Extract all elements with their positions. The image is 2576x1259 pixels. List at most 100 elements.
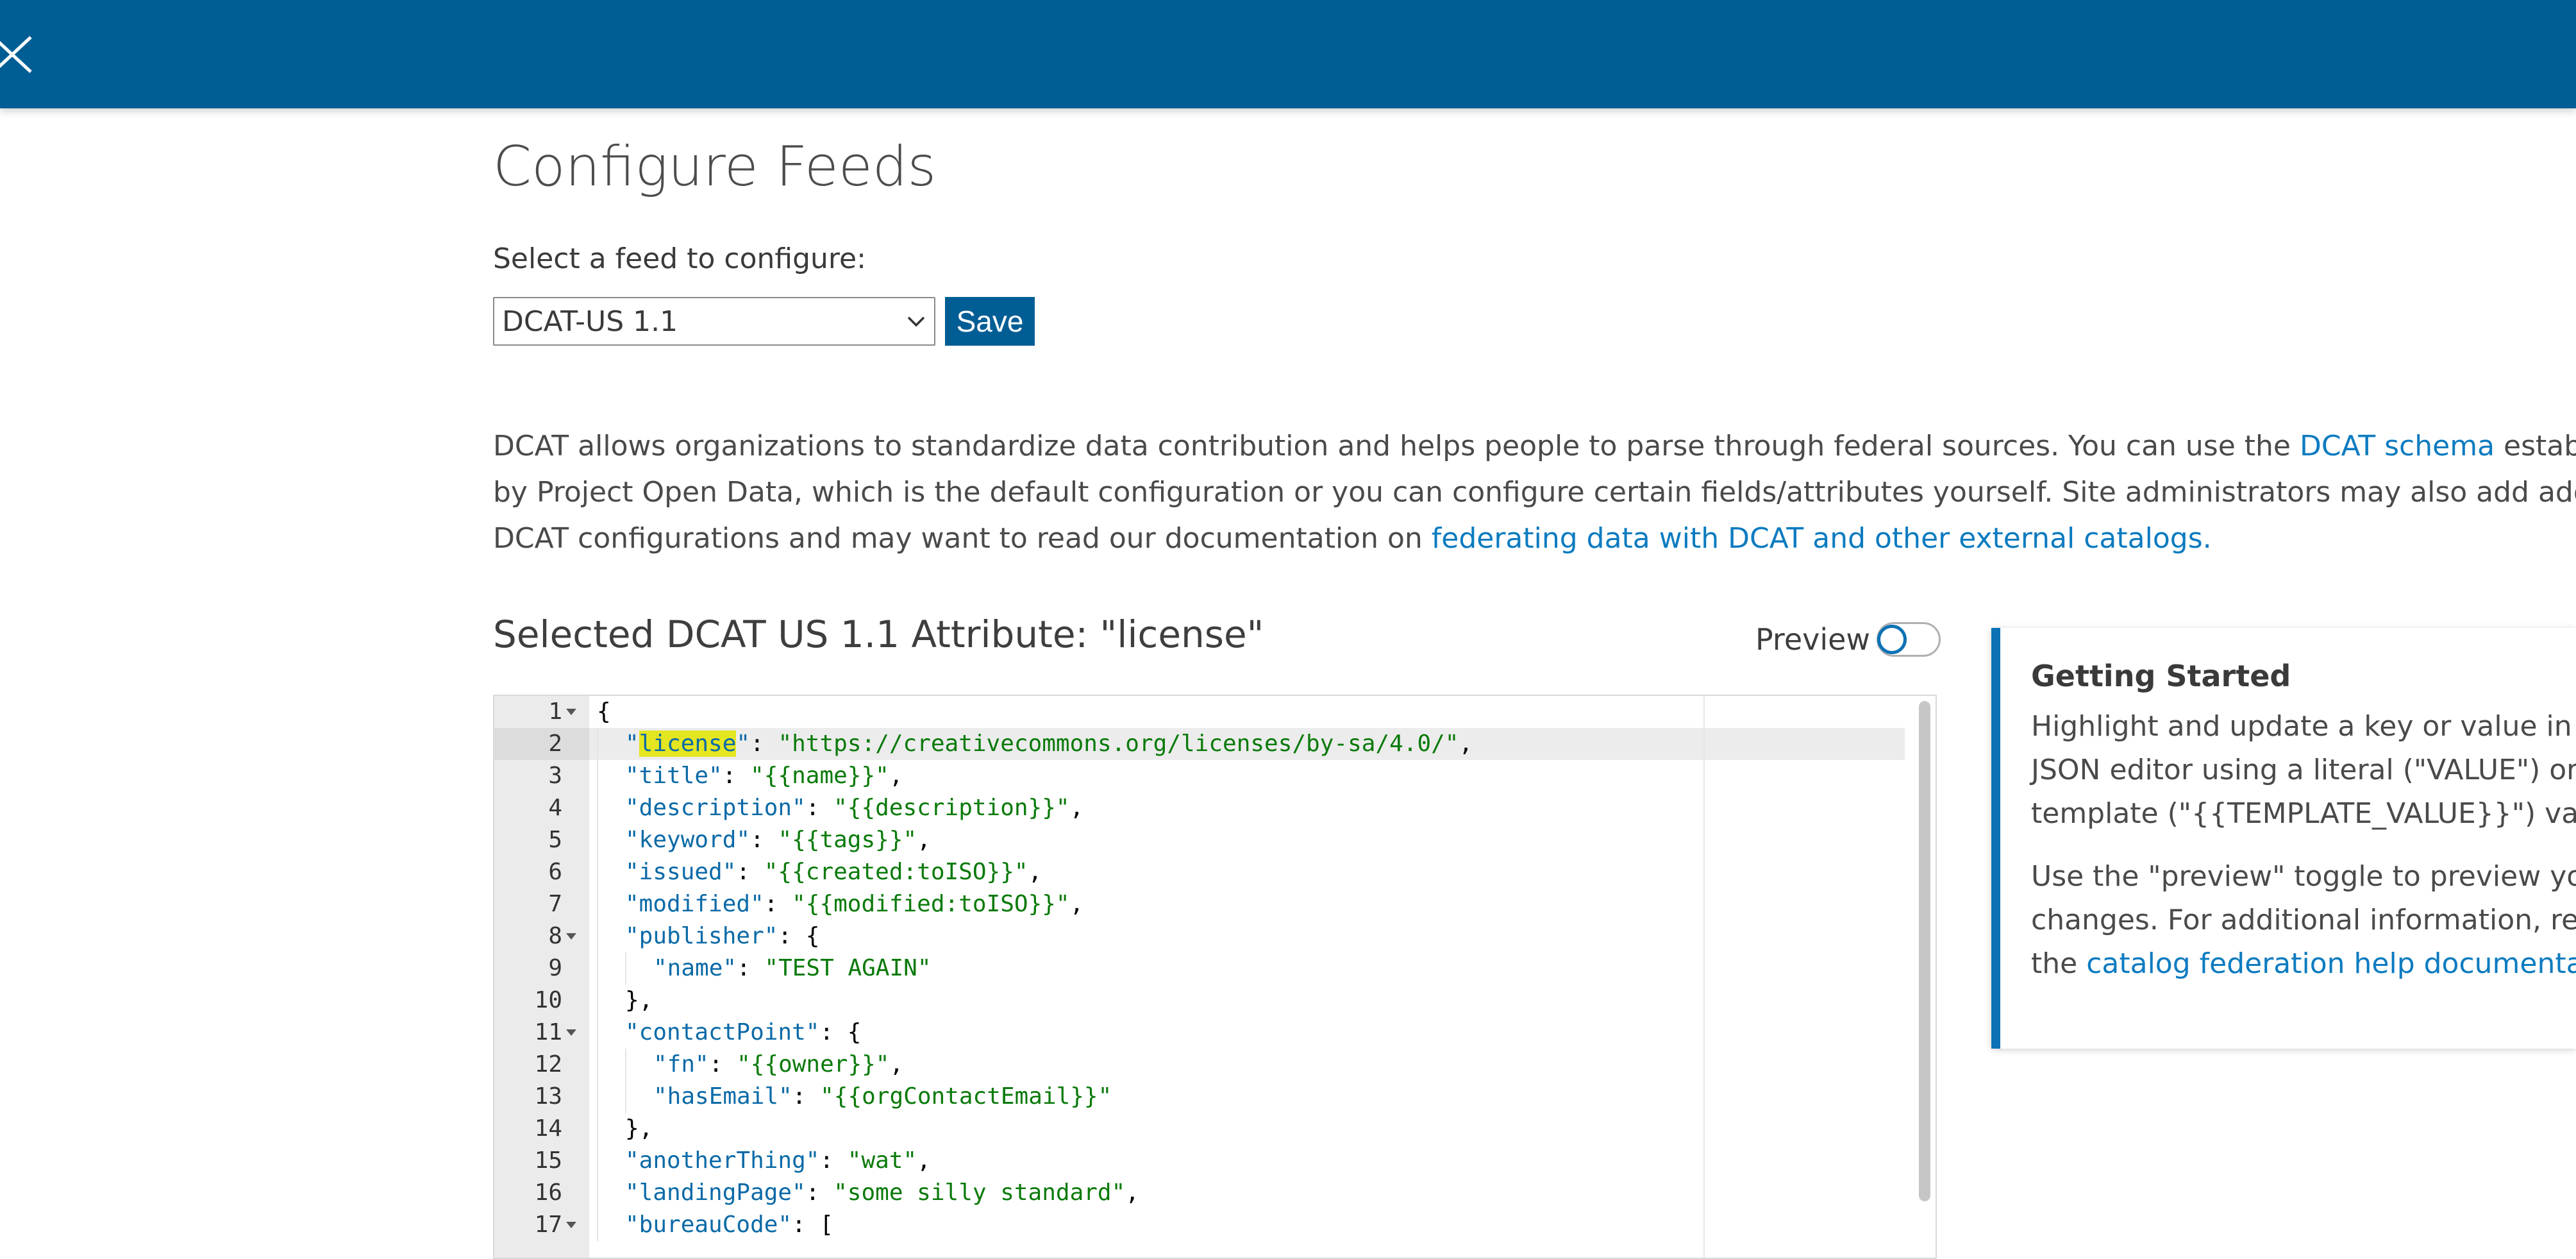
line-number: 7 [548, 891, 562, 917]
indent-guide [597, 1049, 625, 1081]
indent-guide [597, 984, 625, 1017]
indent-guide [597, 1081, 625, 1113]
code-lines: 1{2 "license": "https://creativecommons.o… [494, 696, 1905, 1241]
fold-toggle-icon[interactable] [566, 1222, 576, 1228]
card-paragraph-1: Highlight and update a key or value in t… [2031, 710, 2576, 830]
chevron-down-icon [907, 316, 925, 327]
code-line[interactable]: 6 "issued": "{{created:toISO}}", [494, 856, 1905, 888]
code-line[interactable]: 2 "license": "https://creativecommons.org… [494, 728, 1905, 760]
indent-guide [597, 1209, 625, 1241]
code-token: "contactPoint" [625, 1019, 820, 1045]
code-line[interactable]: 16 "landingPage": "some silly standard", [494, 1177, 1905, 1209]
code-line[interactable]: 13 "hasEmail": "{{orgContactEmail}}" [494, 1081, 1905, 1113]
indent-guide [625, 1081, 653, 1113]
fold-toggle-icon[interactable] [566, 933, 576, 940]
line-number: 14 [534, 1115, 562, 1142]
preview-label: Preview [1755, 622, 1871, 657]
code-token: "{{orgContactEmail}}" [820, 1083, 1112, 1110]
indent-guide [597, 856, 625, 888]
code-line[interactable]: 3 "title": "{{name}}", [494, 760, 1905, 792]
indent-guide [625, 952, 653, 984]
indent-guide [597, 920, 625, 952]
code-token: " [625, 731, 639, 757]
code-content: }, [597, 984, 653, 1017]
code-line[interactable]: 8 "publisher": { [494, 920, 1905, 952]
code-line[interactable]: 14}, [494, 1113, 1905, 1145]
code-token: "name" [653, 955, 737, 981]
indent-guide [597, 728, 625, 760]
code-content: "issued": "{{created:toISO}}", [597, 856, 1042, 888]
code-token: "title" [625, 763, 723, 789]
code-token: , [917, 827, 931, 853]
code-content: "publisher": { [597, 920, 819, 952]
indent-guide [597, 1177, 625, 1209]
code-token: "description" [625, 795, 806, 821]
code-token: : { [778, 923, 820, 949]
code-token: : [750, 731, 778, 757]
code-line[interactable]: 9 "name": "TEST AGAIN" [494, 952, 1905, 984]
code-content: "license": "https://creativecommons.org/… [597, 728, 1473, 760]
indent-guide [597, 792, 625, 824]
code-content: "description": "{{description}}", [597, 792, 1083, 824]
code-content: "title": "{{name}}", [597, 760, 903, 792]
preview-toggle[interactable] [1877, 622, 1941, 657]
code-token: : [736, 859, 764, 885]
indent-guide [597, 1113, 625, 1145]
code-line[interactable]: 17 "bureauCode": [ [494, 1209, 1905, 1241]
code-token: "fn" [653, 1051, 709, 1077]
indent-guide [597, 824, 625, 856]
code-line[interactable]: 7 "modified": "{{modified:toISO}}", [494, 888, 1905, 920]
code-line[interactable]: 4 "description": "{{description}}", [494, 792, 1905, 824]
code-line[interactable]: 10}, [494, 984, 1905, 1017]
selected-attribute-title: Selected DCAT US 1.1 Attribute: "license… [493, 613, 1264, 656]
line-number: 12 [534, 1051, 562, 1077]
code-token: : [750, 827, 778, 853]
code-content: }, [597, 1113, 653, 1145]
feed-select-value: DCAT-US 1.1 [502, 305, 678, 338]
indent-guide [625, 1049, 653, 1081]
code-token: , [889, 1051, 904, 1077]
code-token: : { [819, 1019, 862, 1045]
code-token: "modified" [625, 891, 764, 917]
json-editor[interactable]: 1{2 "license": "https://creativecommons.o… [493, 695, 1937, 1259]
fold-toggle-icon[interactable] [566, 709, 576, 715]
line-number: 8 [548, 923, 562, 949]
code-line[interactable]: 5 "keyword": "{{tags}}", [494, 824, 1905, 856]
code-line[interactable]: 1{ [494, 696, 1905, 728]
code-line[interactable]: 11 "contactPoint": { [494, 1017, 1905, 1049]
page-title: Configure Feeds [493, 135, 937, 199]
code-token: "{{modified:toISO}}" [792, 891, 1070, 917]
fold-toggle-icon[interactable] [566, 1029, 576, 1036]
code-token: : [722, 763, 751, 789]
code-content: "bureauCode": [ [597, 1209, 833, 1241]
code-line[interactable]: 15 "anotherThing": "wat", [494, 1145, 1905, 1177]
federating-data-link[interactable]: federating data with DCAT and other exte… [1432, 522, 2212, 555]
editor-scrollbar[interactable] [1919, 701, 1930, 1201]
feed-select-dropdown[interactable]: DCAT-US 1.1 [493, 297, 935, 346]
line-number: 17 [534, 1212, 562, 1238]
code-token: , [1459, 731, 1473, 757]
line-number: 4 [548, 795, 562, 821]
description-line-3: DCAT configurations and may want to read… [493, 522, 2212, 555]
card-paragraph-2: Use the "preview" toggle to preview yo c… [2031, 855, 2576, 986]
indent-guide [597, 760, 625, 792]
code-token: : [819, 1147, 848, 1174]
code-token: "some silly standard" [833, 1179, 1126, 1206]
code-token: : [805, 1179, 834, 1206]
line-number: 3 [548, 763, 562, 789]
code-line[interactable]: 12 "fn": "{{owner}}", [494, 1049, 1905, 1081]
catalog-federation-help-link[interactable]: catalog federation help documenta [2086, 947, 2576, 980]
dcat-description: DCAT allows organizations to standardize… [493, 423, 2576, 562]
code-token: , [1069, 891, 1084, 917]
description-line-1: DCAT allows organizations to standardize… [493, 430, 2576, 462]
code-token: , [1028, 859, 1042, 885]
line-number: 13 [534, 1083, 562, 1110]
save-button[interactable]: Save [945, 297, 1035, 346]
indent-guide [597, 1145, 625, 1177]
line-number: 6 [548, 859, 562, 885]
dcat-schema-link[interactable]: DCAT schema [2300, 430, 2495, 462]
close-button[interactable] [0, 32, 38, 77]
card-title: Getting Started [2031, 659, 2291, 693]
line-number: 9 [548, 955, 562, 981]
code-token: , [917, 1147, 931, 1174]
